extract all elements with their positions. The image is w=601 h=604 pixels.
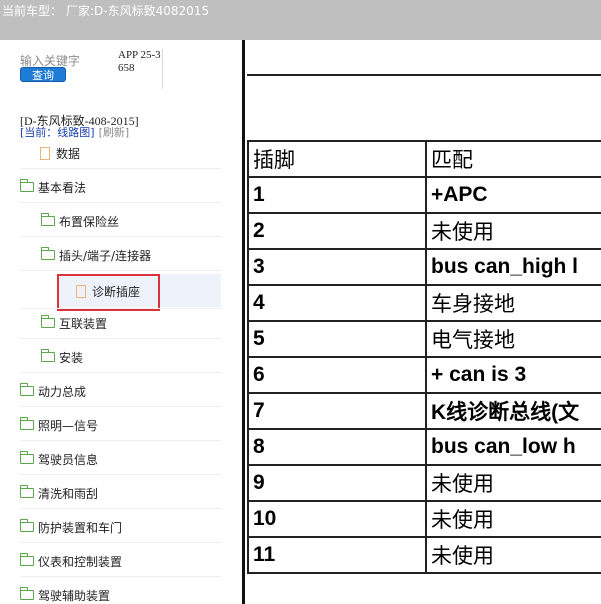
divider [20,168,221,169]
folder-icon [19,519,34,532]
match-cell: + can is 3 [425,356,601,394]
current-vehicle-label: 当前车型： [2,4,63,18]
table-row: 2 未使用 [247,212,601,250]
pin-cell: 1 [247,176,427,214]
match-cell: 车身接地 [425,284,601,322]
match-cell: bus can_low h [425,428,601,466]
tree-item-label: 驾驶辅助装置 [38,588,111,603]
divider [20,440,221,441]
divider [20,338,221,339]
pin-cell: 4 [247,284,427,322]
tree-item-label: 照明—信号 [38,418,99,433]
pin-cell: 10 [247,500,427,538]
divider [20,202,221,203]
top-bar: 当前车型： 厂家:D-东风标致4082015 [0,0,601,40]
folder-icon [40,315,55,328]
match-cell: +APC [425,176,601,214]
pin-cell: 11 [247,536,427,574]
divider [20,406,221,407]
tree-item-doors[interactable]: 防护装置和车门 [19,512,123,542]
tree-item-powertrain[interactable]: 动力总成 [19,376,87,406]
pin-cell: 2 [247,212,427,250]
tree-item-label: 防护装置和车门 [38,520,123,535]
pin-table: 插脚 匹配 1 +APC 2 未使用 3 bus can_high l 4 车身接地 5… [247,140,601,574]
tree-item-basics[interactable]: 基本看法 [19,172,87,202]
pin-cell: 3 [247,248,427,286]
table-row: 10 未使用 [247,500,601,538]
table-row: 1 +APC [247,176,601,214]
tree-item-lighting[interactable]: 照明—信号 [19,410,99,440]
pin-cell: 9 [247,464,427,502]
tree-item-label: 安装 [59,350,84,365]
header-rule [247,74,601,76]
selection-highlight [57,274,160,311]
app-code: APP 25-3658 [118,49,163,89]
table-row: 5 电气接地 [247,320,601,358]
pin-cell: 7 [247,392,427,430]
tree-item-driving-assist[interactable]: 驾驶辅助装置 [19,580,111,604]
table-row: 8 bus can_low h [247,428,601,466]
divider [20,236,221,237]
tree-item-label: 基本看法 [38,180,87,195]
table-row: 7 K线诊断总线(文 [247,392,601,430]
folder-icon [19,553,34,566]
tree-item-label: 仪表和控制装置 [38,554,123,569]
match-cell: 未使用 [425,500,601,538]
match-cell: 电气接地 [425,320,601,358]
sidebar: 输入关键字 查询 APP 25-3658 [D-东风标致-408-2015] [… [0,40,243,604]
tree-item-label: 插头/端子/连接器 [59,248,152,263]
current-vehicle: 当前车型： 厂家:D-东风标致4082015 [2,2,209,19]
match-cell: 未使用 [425,464,601,502]
query-button[interactable]: 查询 [20,67,66,82]
tree-item-install[interactable]: 安装 [40,342,84,372]
tree-item-data[interactable]: 数据 [40,138,80,168]
table-header-row: 插脚 匹配 [247,140,601,178]
tree-item-label: 布置保险丝 [59,214,120,229]
tree-item-label: 驾驶员信息 [38,452,99,467]
table-row: 6 + can is 3 [247,356,601,394]
folder-icon [40,213,55,226]
tree-item-label: 动力总成 [38,384,87,399]
divider [20,372,221,373]
folder-icon [40,247,55,260]
match-cell: 未使用 [425,212,601,250]
folder-icon [19,451,34,464]
folder-icon [40,349,55,362]
divider [20,508,221,509]
match-cell: bus can_high l [425,248,601,286]
table-row: 4 车身接地 [247,284,601,322]
folder-icon [19,179,34,192]
divider [20,542,221,543]
match-header: 匹配 [425,140,601,178]
folder-icon [19,587,34,600]
pin-cell: 8 [247,428,427,466]
table-row: 11 未使用 [247,536,601,574]
document-icon [40,146,50,160]
folder-icon [19,485,34,498]
divider [20,474,221,475]
tree-item-driver-info[interactable]: 驾驶员信息 [19,444,99,474]
tree-item-label: 清洗和雨刮 [38,486,99,501]
tree-item-label: 互联装置 [59,316,108,331]
tree-item-instruments[interactable]: 仪表和控制装置 [19,546,123,576]
tree-item-fuses[interactable]: 布置保险丝 [40,206,120,236]
folder-icon [19,383,34,396]
refresh-link[interactable]: [刷新] [99,126,130,139]
tree-item-interconnect[interactable]: 互联装置 [40,308,108,338]
folder-icon [19,417,34,430]
tree-item-label: 数据 [56,146,81,161]
table-row: 9 未使用 [247,464,601,502]
tree-item-wash-wipe[interactable]: 清洗和雨刮 [19,478,99,508]
content-pane: 插脚 匹配 1 +APC 2 未使用 3 bus can_high l 4 车身接地 5… [245,40,601,604]
match-cell: 未使用 [425,536,601,574]
current-vehicle-value: 厂家:D-东风标致4082015 [66,4,210,18]
divider [20,270,221,271]
match-cell: K线诊断总线(文 [425,392,601,430]
pin-header: 插脚 [247,140,427,178]
pin-cell: 6 [247,356,427,394]
pin-cell: 5 [247,320,427,358]
tree-item-connectors[interactable]: 插头/端子/连接器 [40,240,152,270]
divider [20,576,221,577]
table-row: 3 bus can_high l [247,248,601,286]
